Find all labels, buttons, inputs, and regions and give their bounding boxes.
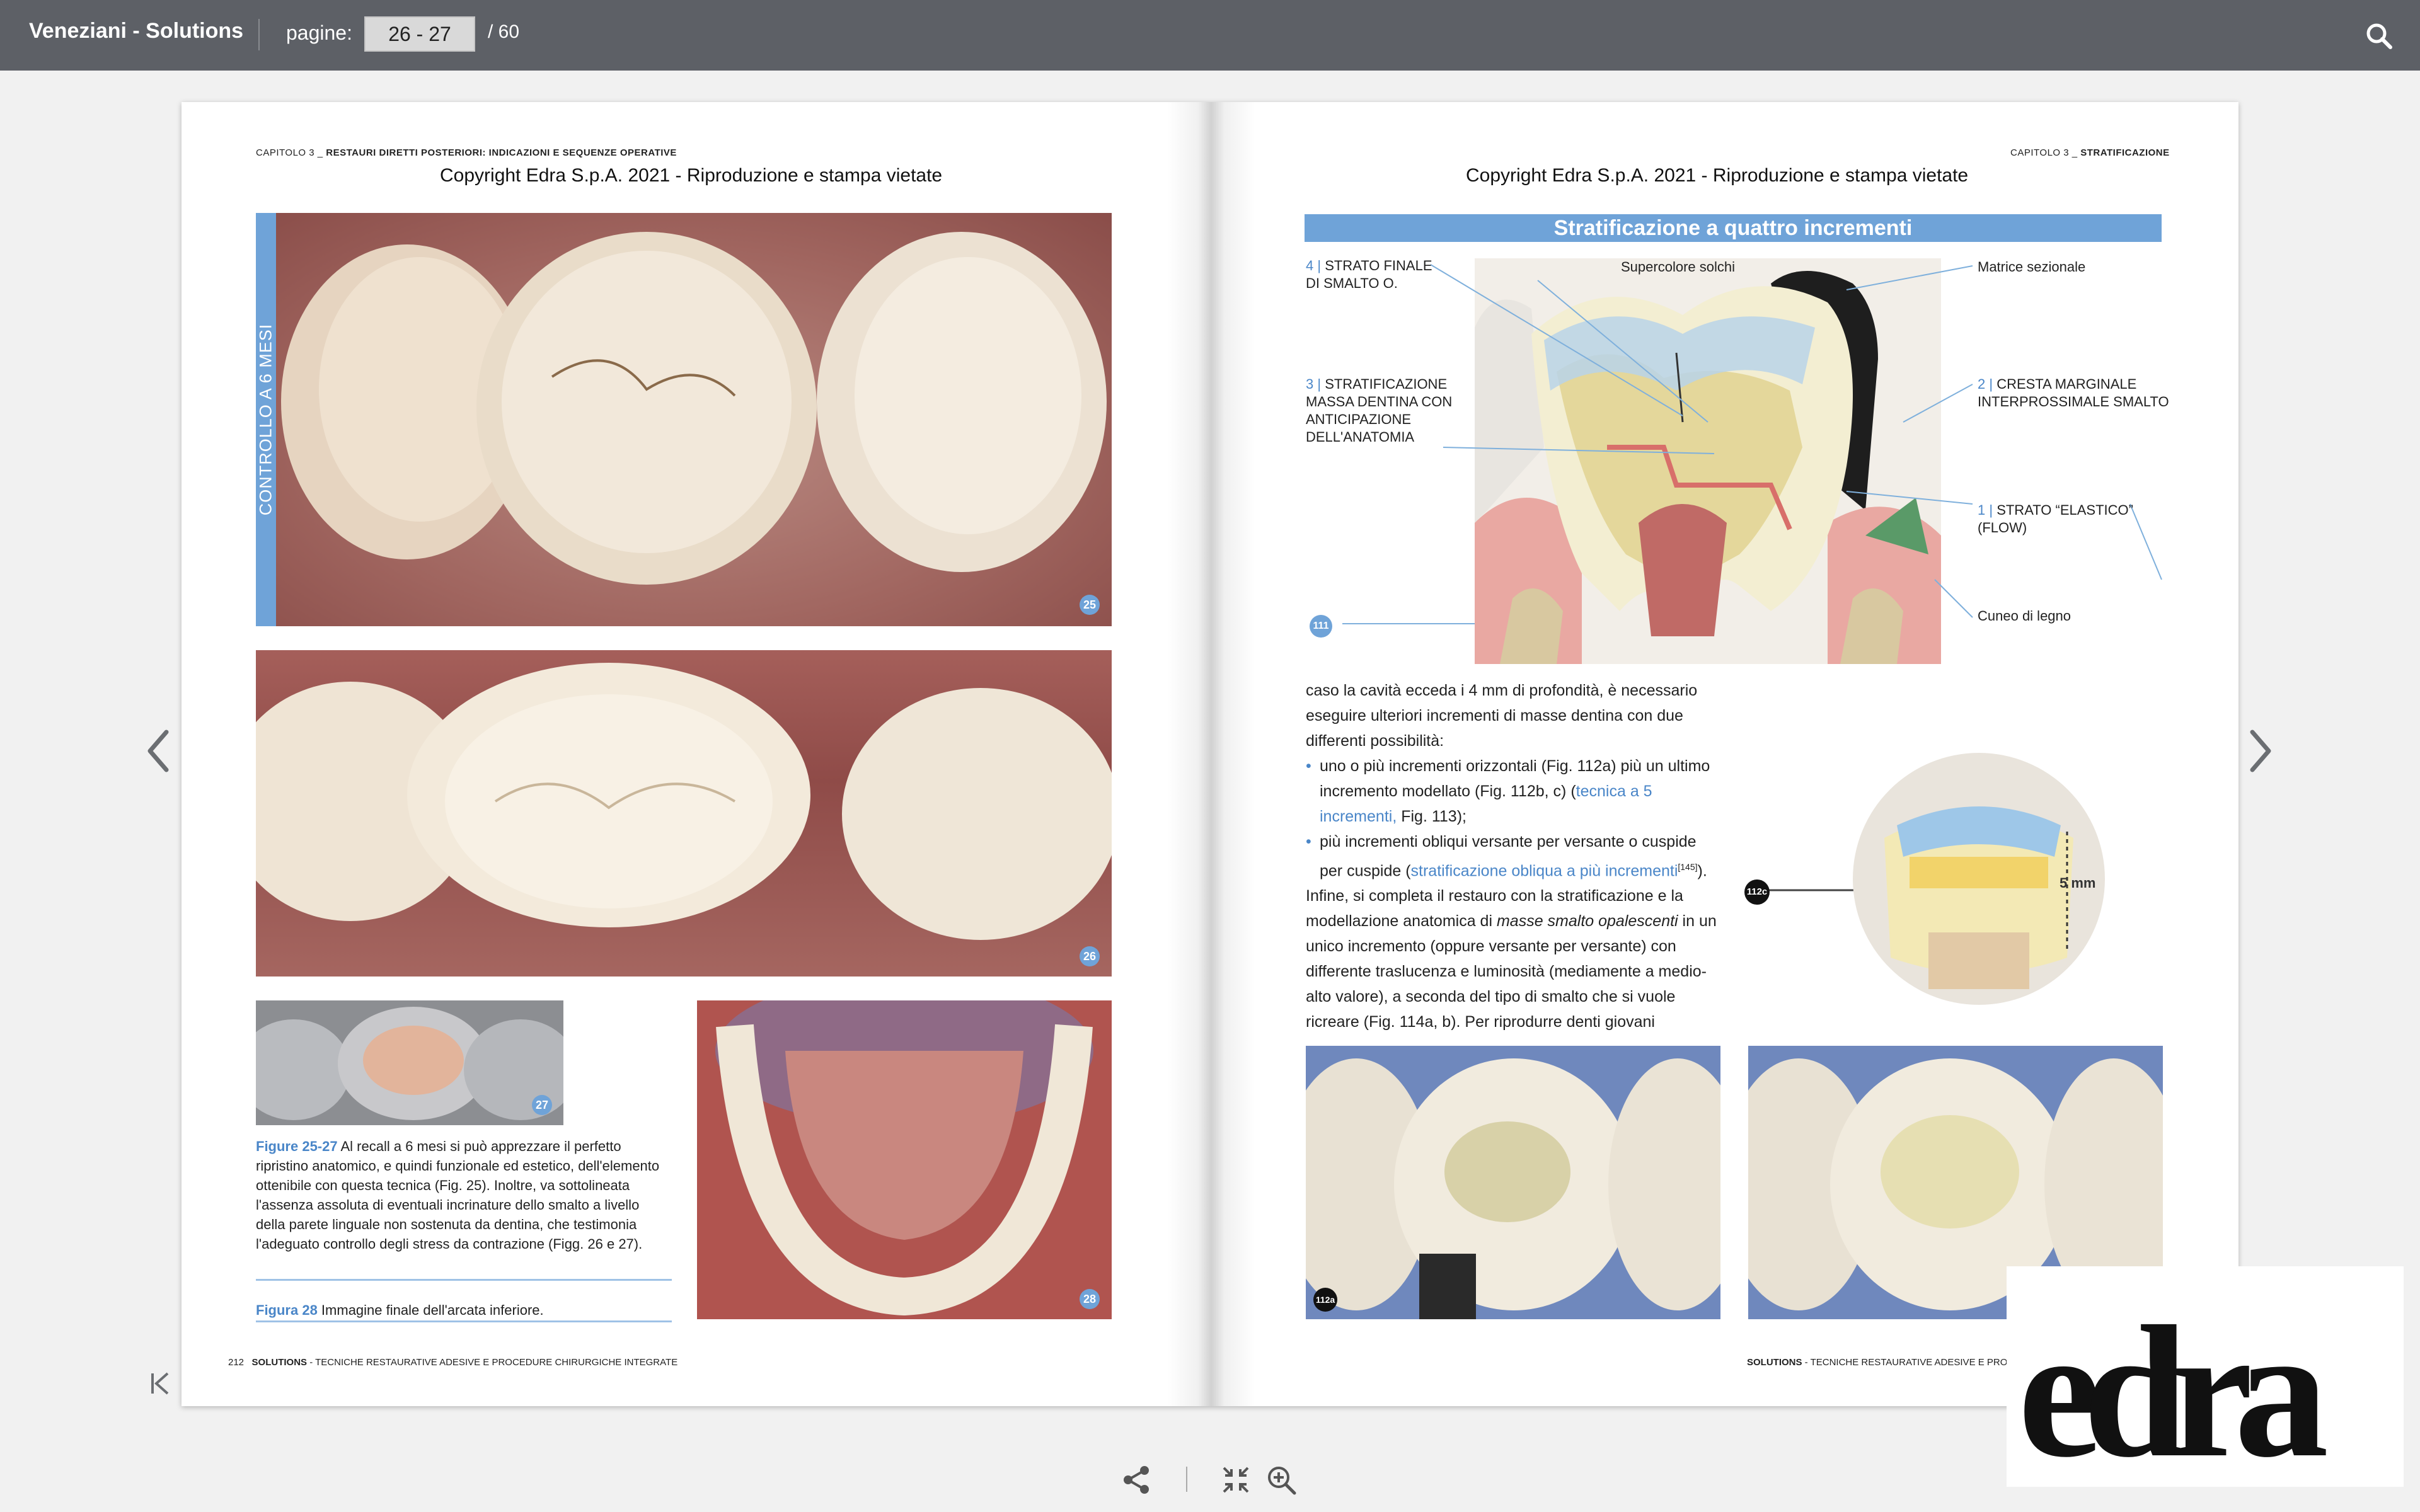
prev-page-icon[interactable] xyxy=(142,726,174,776)
body-paragraph: caso la cavità ecceda i 4 mm di profondi… xyxy=(1306,682,1698,750)
page-gutter xyxy=(1167,102,1255,1406)
fullscreen-exit-icon[interactable] xyxy=(1221,1465,1250,1494)
figure-badge-112c: 112c xyxy=(1744,879,1770,905)
body-list-item: più incrementi obliqui versante per vers… xyxy=(1306,829,1722,883)
photo-fig-25 xyxy=(256,213,1112,626)
toolbar-divider xyxy=(1186,1467,1187,1492)
label-matrice: Matrice sezionale xyxy=(1978,259,2086,275)
figure-badge-28: 28 xyxy=(1080,1289,1100,1309)
photo-fig-27 xyxy=(256,1000,563,1125)
caption-figures-25-27: Figure 25-27 Al recall a 6 mesi si può a… xyxy=(256,1138,660,1252)
first-page-icon[interactable] xyxy=(149,1370,171,1397)
figure-badge-26: 26 xyxy=(1080,946,1100,966)
figure-badge-25: 25 xyxy=(1080,595,1100,615)
right-running-header: CAPITOLO 3 _ STRATIFICAZIONE xyxy=(2010,147,2170,158)
label-supercolore: Supercolore solchi xyxy=(1621,259,1735,275)
left-running-header: CAPITOLO 3 _ RESTAURI DIRETTI POSTERIORI… xyxy=(256,147,677,158)
share-icon[interactable] xyxy=(1121,1464,1152,1496)
edra-logo: edra xyxy=(2007,1266,2404,1496)
next-page-icon[interactable] xyxy=(2245,726,2276,776)
body-text: caso la cavità ecceda i 4 mm di profondi… xyxy=(1306,678,1722,1034)
label-layer-2: 2 | CRESTA MARGINALE INTERPROSSIMALE SMA… xyxy=(1978,376,2169,410)
photo-fig-112a xyxy=(1306,1046,1720,1319)
photo-fig-26 xyxy=(256,650,1112,976)
bottom-toolbar xyxy=(1109,1459,1311,1497)
diagram-title: Stratificazione a quattro incrementi xyxy=(1305,214,2162,242)
side-tab-label: CONTROLLO A 6 MESI xyxy=(256,323,275,516)
pages-total: / 60 xyxy=(488,21,520,42)
figure-badge-112a: 112a xyxy=(1313,1288,1337,1312)
right-copyright: Copyright Edra S.p.A. 2021 - Riproduzion… xyxy=(1466,165,1969,186)
caption-rule xyxy=(256,1279,672,1281)
body-list-item: uno o più incrementi orizzontali (Fig. 1… xyxy=(1306,753,1722,829)
search-icon[interactable] xyxy=(2365,21,2394,50)
page-number-input[interactable]: 26 - 27 xyxy=(364,16,475,52)
measure-label: 5 mm xyxy=(2060,875,2096,891)
photo-fig-28 xyxy=(697,1000,1112,1319)
body-list: uno o più incrementi orizzontali (Fig. 1… xyxy=(1306,753,1722,883)
caption-rule xyxy=(256,1320,672,1322)
label-layer-4: 4 | STRATO FINALE DI SMALTO O. xyxy=(1306,258,1432,291)
figure-badge-27: 27 xyxy=(532,1095,552,1115)
label-layer-3: 3 | STRATIFICAZIONE MASSA DENTINA CON AN… xyxy=(1306,376,1453,445)
viewer-toolbar: Veneziani - Solutions pagine: 26 - 27 / … xyxy=(0,0,2420,71)
document-title: Veneziani - Solutions xyxy=(29,19,244,43)
label-cuneo: Cuneo di legno xyxy=(1978,608,2071,624)
zoom-in-icon[interactable] xyxy=(1265,1464,1297,1496)
left-folio: 212 SOLUTIONS - TECNICHE RESTAURATIVE AD… xyxy=(228,1357,678,1368)
pages-label: pagine: xyxy=(286,21,352,44)
toolbar-divider xyxy=(258,19,260,50)
label-layer-1: 1 | STRATO “ELASTICO” (FLOW) xyxy=(1978,502,2133,536)
body-paragraph: Infine, si completa il restauro con la s… xyxy=(1306,887,1717,1031)
tooth-section-diagram xyxy=(1475,258,1941,664)
caption-figure-28: Figura 28 Immagine finale dell'arcata in… xyxy=(256,1302,544,1318)
left-copyright: Copyright Edra S.p.A. 2021 - Riproduzion… xyxy=(440,165,943,186)
figure-badge-111: 111 xyxy=(1310,615,1332,638)
technique-link[interactable]: stratificazione obliqua a più incrementi xyxy=(1411,862,1678,879)
